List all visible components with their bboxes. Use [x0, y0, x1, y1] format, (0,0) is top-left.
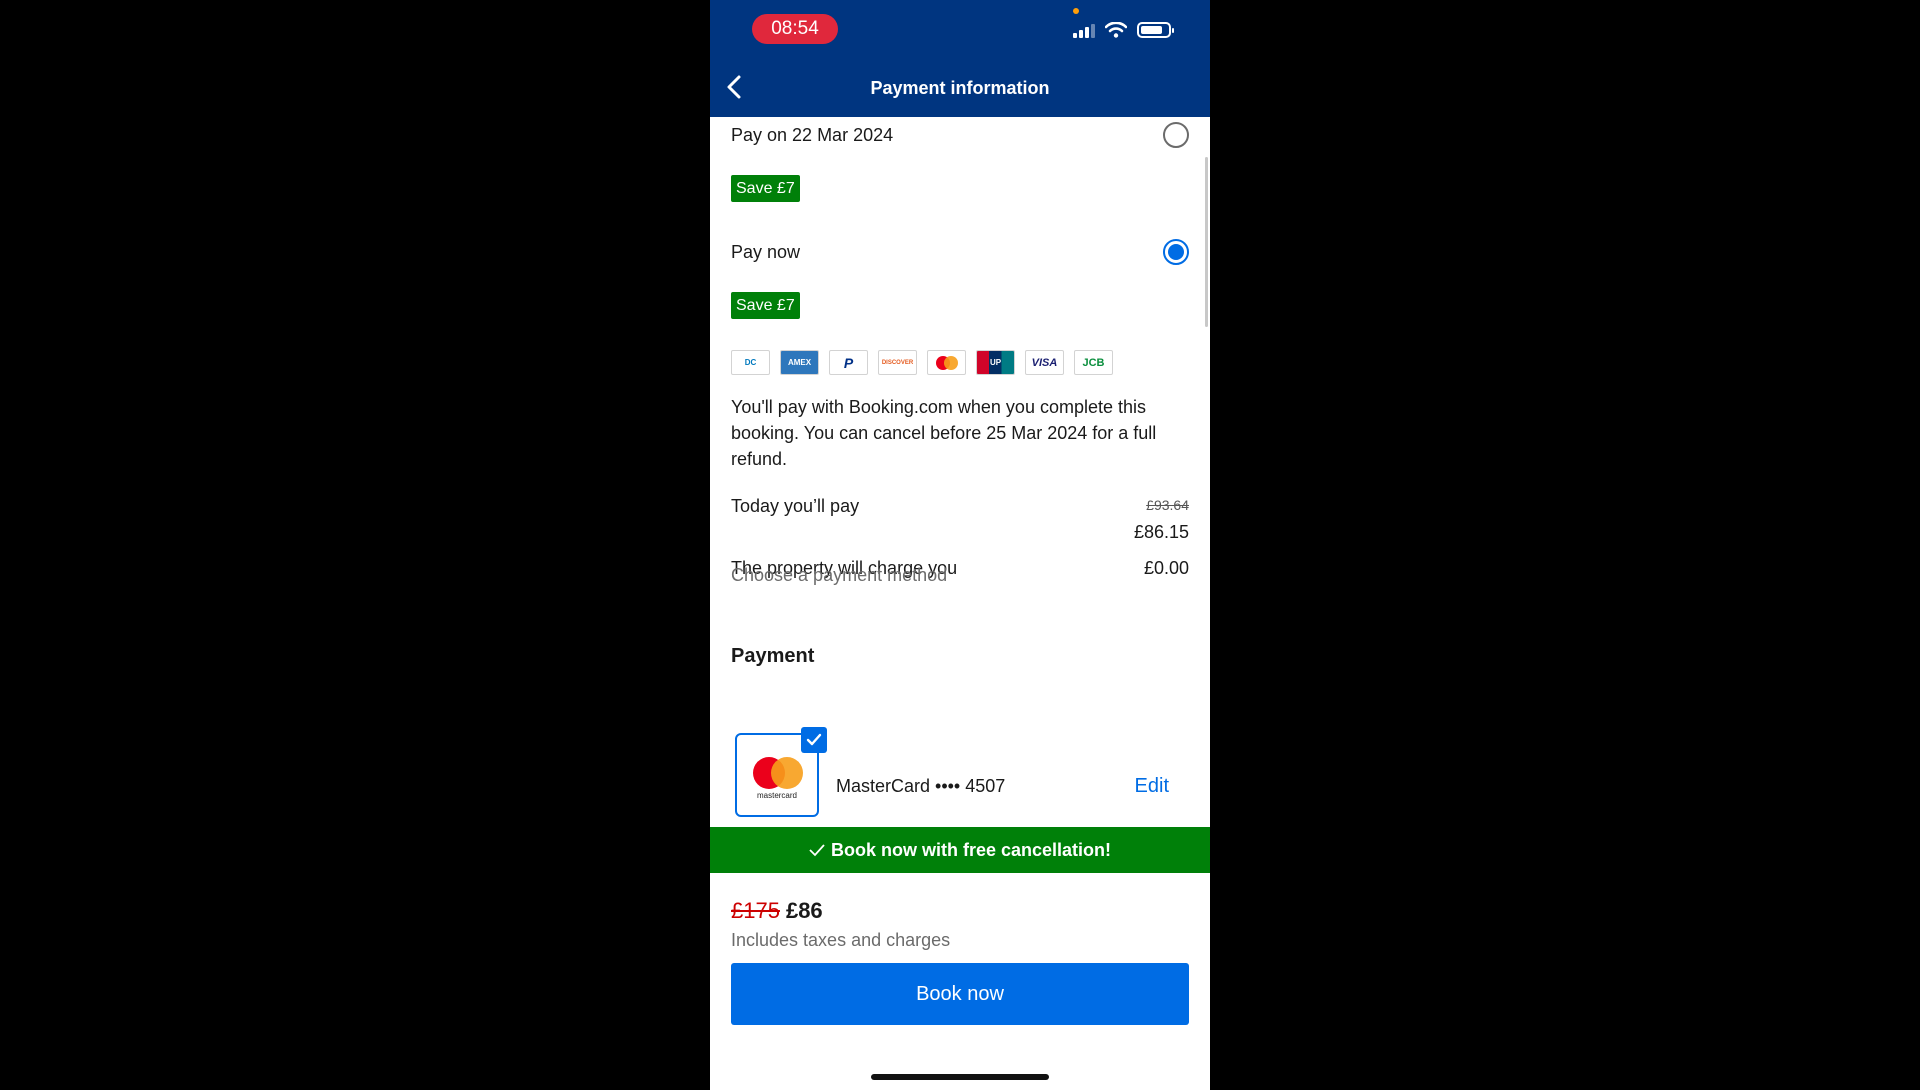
status-icons — [1073, 22, 1174, 38]
mastercard-wordmark: mastercard — [756, 791, 797, 800]
amex-icon: AMEX — [780, 350, 819, 375]
today-pay-label: Today you’ll pay — [731, 496, 860, 516]
original-price: £175 — [731, 898, 780, 923]
save-badge: Save £7 — [731, 175, 800, 202]
phone-screen: 08:54 Payment information Pay on 22 Mar … — [710, 0, 1210, 1090]
selected-checkbox[interactable] — [801, 727, 827, 753]
saved-card-label: MasterCard •••• 4507 — [836, 776, 1006, 796]
promo-text: Book now with free cancellation! — [830, 839, 1112, 860]
status-time: 08:54 — [752, 14, 838, 44]
scrollbar[interactable] — [1205, 157, 1208, 327]
visa-icon: VISA — [1025, 350, 1064, 375]
wifi-icon — [1105, 22, 1127, 38]
discover-icon: DISCOVER — [878, 350, 917, 375]
battery-icon — [1137, 22, 1174, 38]
signal-icon — [1073, 23, 1095, 38]
save-badge: Save £7 — [731, 292, 800, 319]
radio-pay-now[interactable] — [1163, 239, 1189, 265]
option-label: Pay now — [731, 241, 801, 262]
accepted-cards: DC AMEX P DISCOVER UP VISA JCB — [731, 350, 1113, 375]
home-indicator[interactable] — [871, 1074, 1049, 1080]
option-pay-later[interactable]: Pay on 22 Mar 2024 — [731, 122, 1189, 148]
payment-subtitle: Choose a payment method — [731, 565, 948, 585]
payment-info-text: You'll pay with Booking.com when you com… — [731, 397, 1157, 469]
diners-icon: DC — [731, 350, 770, 375]
app-header: 08:54 Payment information — [710, 0, 1210, 117]
paypal-icon: P — [829, 350, 868, 375]
checkmark-icon — [809, 844, 825, 857]
property-charge-value: £0.00 — [1143, 558, 1189, 578]
mastercard-logo-icon — [753, 757, 803, 789]
jcb-icon: JCB — [1074, 350, 1113, 375]
payment-heading: Payment — [731, 645, 815, 667]
checkmark-icon — [806, 733, 822, 746]
total-price: £175 £86 — [731, 898, 823, 924]
tax-note: Includes taxes and charges — [731, 930, 951, 950]
unionpay-icon: UP — [976, 350, 1015, 375]
radio-pay-later[interactable] — [1163, 122, 1189, 148]
current-price: £86 — [785, 898, 823, 923]
page-title: Payment information — [870, 78, 1050, 98]
today-price: £86.15 — [1133, 522, 1189, 542]
option-pay-now[interactable]: Pay now — [731, 239, 1189, 265]
option-label: Pay on 22 Mar 2024 — [731, 124, 894, 145]
book-now-button[interactable]: Book now — [731, 963, 1189, 1025]
today-old-price: £93.64 — [1146, 497, 1189, 513]
privacy-indicator — [1073, 8, 1079, 14]
free-cancellation-banner: Book now with free cancellation! — [710, 827, 1210, 873]
scroll-content[interactable]: Pay on 22 Mar 2024 Save £7 Pay now Save … — [710, 117, 1210, 827]
edit-card-link[interactable]: Edit — [1135, 775, 1169, 798]
mastercard-icon — [927, 350, 966, 375]
